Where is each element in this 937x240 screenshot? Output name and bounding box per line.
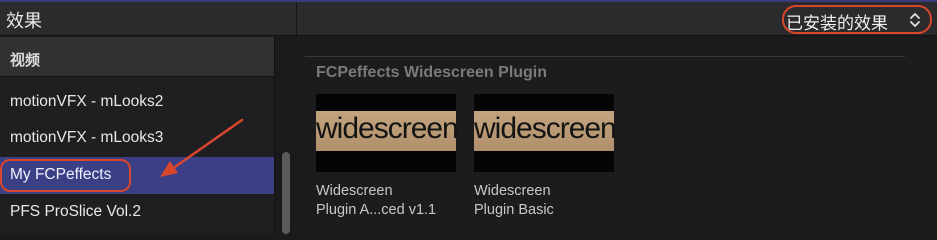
sidebar-item-label: motionVFX - mLooks3 [10,129,164,146]
effect-name: Widescreen Plugin Basic [474,182,624,220]
sidebar-item-label: motionVFX - mLooks2 [10,93,164,110]
effect-name-line2: Plugin Basic [474,202,554,218]
browser-header: 效果 已安装的效果 [0,0,937,38]
effect-name: Widescreen Plugin A...ced v1.1 [316,182,466,220]
panel-title: 效果 [6,11,42,31]
group-divider [305,56,905,57]
chevron-up-down-icon[interactable] [908,10,922,30]
sidebar-item-pfs-proslice[interactable]: PFS ProSlice Vol.2 [0,194,274,231]
effect-thumbnail[interactable]: widescreen [474,94,617,172]
sidebar-section-video[interactable]: 视频 [0,37,274,77]
group-title: FCPeffects Widescreen Plugin [316,64,548,81]
sidebar-item-mlooks2[interactable]: motionVFX - mLooks2 [0,84,274,121]
selection-highlight-ring [0,159,131,192]
effect-name-line1: Widescreen [316,183,393,199]
effects-grid: FCPeffects Widescreen Plugin widescreen … [297,37,937,234]
effect-name-line1: Widescreen [474,183,551,199]
thumbnail-text: widescreen [474,112,617,145]
effect-thumbnail[interactable]: widescreen [316,94,459,172]
installed-effects-filter[interactable]: 已安装的效果 [786,9,888,34]
sidebar-scrollbar[interactable] [274,37,296,234]
sidebar-scrollbar-thumb[interactable] [282,152,290,234]
thumbnail-text: widescreen [316,112,459,145]
category-sidebar: 视频 motionVFX - mLooks2 motionVFX - mLook… [0,37,296,234]
sidebar-item-mlooks3[interactable]: motionVFX - mLooks3 [0,120,274,157]
sidebar-section-label: 视频 [10,52,41,69]
sidebar-item-label: PFS ProSlice Vol.2 [10,203,141,220]
effect-name-line2: Plugin A...ced v1.1 [316,202,437,218]
header-divider [296,2,297,38]
